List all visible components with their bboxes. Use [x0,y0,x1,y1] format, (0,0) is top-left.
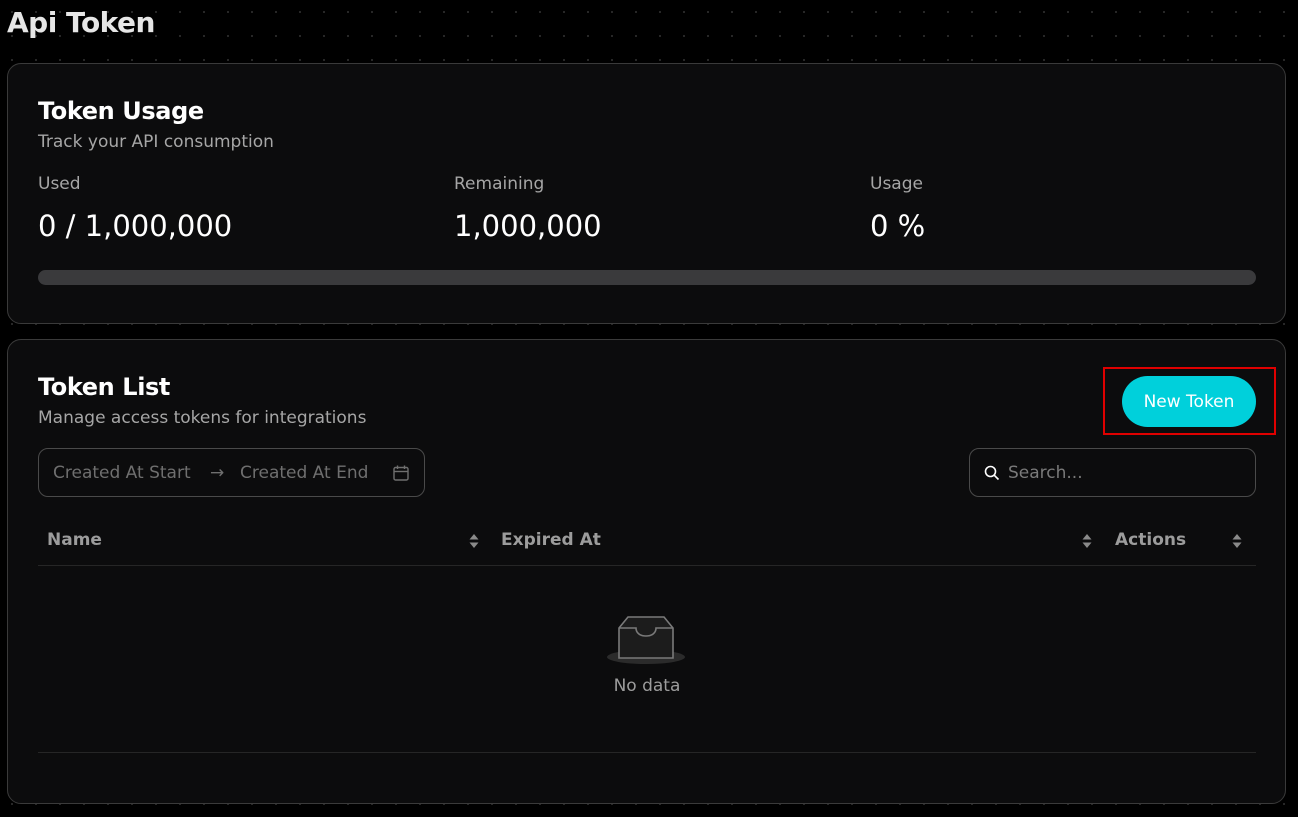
column-actions-header[interactable]: Actions [1115,530,1186,550]
search-input[interactable] [1008,462,1238,483]
table-header: Name Expired At Actions [38,518,1256,566]
sort-icon[interactable] [1081,531,1093,551]
search-box[interactable] [969,448,1256,497]
usage-subtitle: Track your API consumption [38,132,274,152]
column-name-header[interactable]: Name [47,530,102,550]
remaining-label: Remaining [454,174,545,194]
usage-label: Usage [870,174,923,194]
date-range-arrow: → [210,462,225,483]
date-end-input[interactable]: Created At End [240,463,392,483]
date-range-picker[interactable]: Created At Start → Created At End [38,448,425,497]
token-usage-card: Token Usage Track your API consumption U… [7,63,1286,324]
new-token-button[interactable]: New Token [1122,376,1256,427]
date-start-input[interactable]: Created At Start [53,463,210,483]
empty-inbox-icon [606,614,686,670]
search-icon [984,465,1000,481]
usage-title: Token Usage [38,97,204,125]
list-title: Token List [38,373,170,401]
calendar-icon[interactable] [392,464,410,482]
used-label: Used [38,174,81,194]
token-list-card: Token List Manage access tokens for inte… [7,339,1286,804]
column-expired-at-header[interactable]: Expired At [501,530,601,550]
usage-progress-bar [38,270,1256,285]
remaining-value: 1,000,000 [454,209,602,243]
list-subtitle: Manage access tokens for integrations [38,408,367,428]
used-value: 0 / 1,000,000 [38,209,233,243]
empty-state: No data [38,566,1256,753]
usage-value: 0 % [870,209,926,243]
sort-icon[interactable] [468,531,480,551]
page-title: Api Token [7,6,155,39]
sort-icon[interactable] [1231,531,1243,551]
empty-text: No data [613,676,681,696]
